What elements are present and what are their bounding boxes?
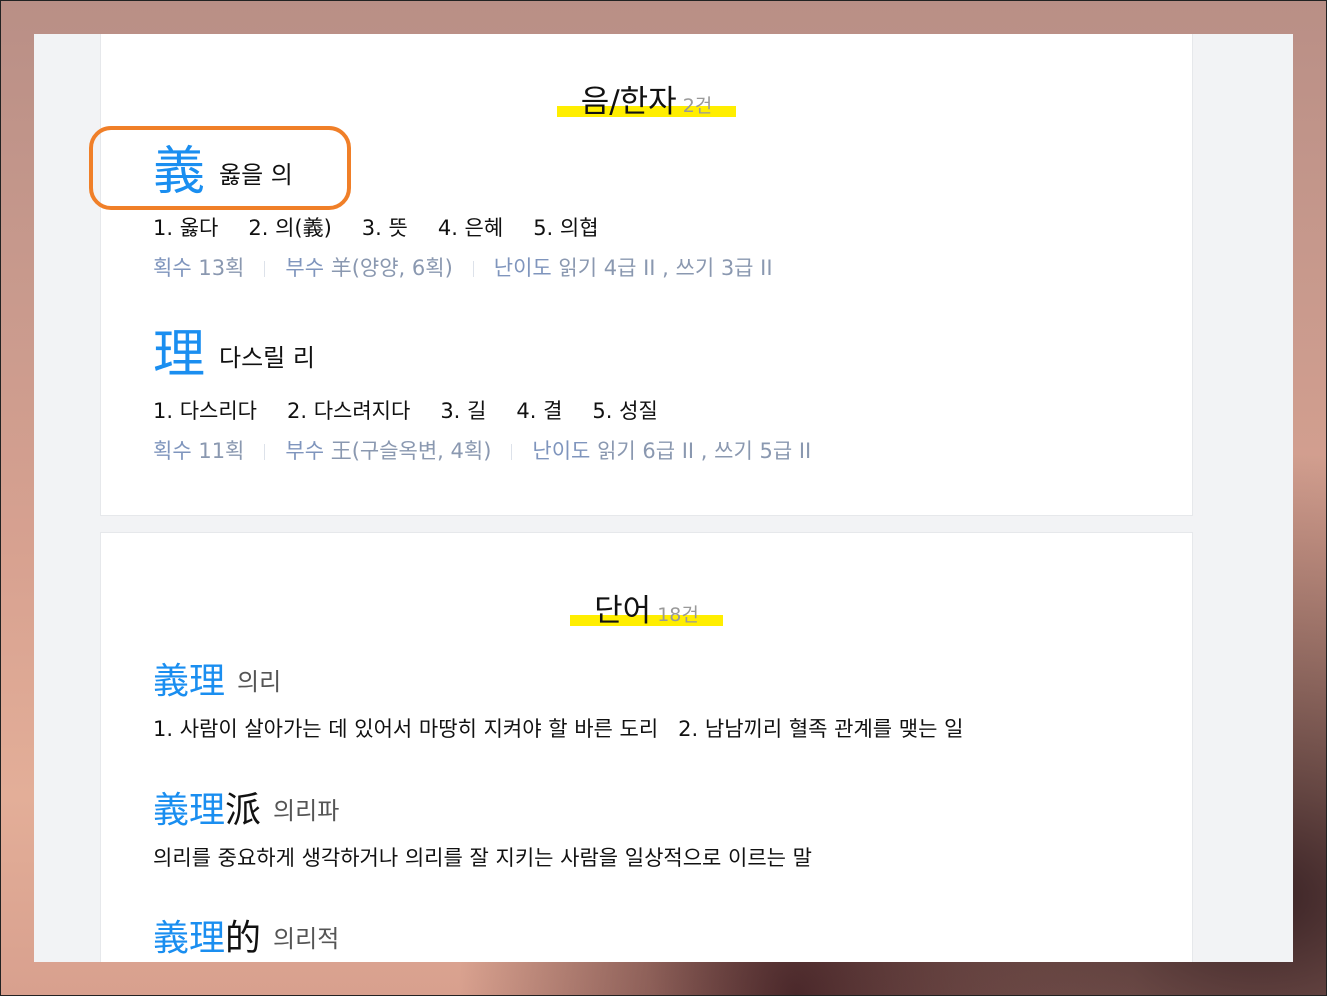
strokes-label: 획수	[153, 256, 192, 280]
strokes-value: 13획	[198, 256, 245, 280]
hanja-character-link[interactable]: 理	[153, 325, 205, 385]
meaning-item: 2. 의(義)	[248, 216, 332, 240]
meaning-item: 3. 길	[440, 399, 487, 423]
word-definition: 의리를 중요하게 생각하거나 의리를 잘 지키는 사람을 일상적으로 이르는 말	[153, 842, 832, 872]
words-section-title: 단어 18건	[101, 585, 1192, 630]
word-hanja-link[interactable]: 義理的	[153, 918, 261, 960]
word-match-text: 義理	[153, 661, 226, 702]
definition-item: 2. 남남끼리 혈족 관계를 맺는 일	[678, 717, 964, 741]
hanja-reading: 옳을 의	[219, 161, 293, 189]
definition-item: 의리를 중요하게 생각하거나 의리를 잘 지키는 사람을 일상적으로 이르는 말	[153, 846, 812, 870]
word-reading: 의리적	[273, 925, 340, 953]
word-match-text: 義理	[153, 790, 226, 831]
level-label: 난이도	[532, 439, 591, 463]
words-section-card: 단어 18건 義理 의리 1. 사람이 살아가는 데 있어서 마땅히 지켜야 할 …	[100, 532, 1193, 962]
word-hanja-link[interactable]: 義理派	[153, 790, 261, 832]
meaning-item: 4. 결	[516, 399, 563, 423]
meta-divider	[511, 444, 513, 460]
word-definition: 1. 사람이 살아가는 데 있어서 마땅히 지켜야 할 바른 도리 2. 남남끼리…	[153, 713, 983, 743]
meaning-item: 5. 의협	[533, 216, 599, 240]
section-count: 2건	[682, 95, 713, 117]
meaning-item: 4. 은혜	[437, 216, 504, 240]
hanja-reading: 다스릴 리	[219, 344, 315, 372]
strokes-label: 획수	[153, 439, 192, 463]
meta-divider	[264, 444, 266, 460]
hanja-section-card: 음/한자 2건 義 옳을 의 1. 옳다 2. 의(義) 3. 뜻 4. 은혜 5. 의협…	[100, 34, 1193, 516]
meaning-item: 3. 뜻	[361, 216, 408, 240]
hanja-meta: 획수 13획 부수 羊(양양, 6획) 난이도 읽기 4급 II , 쓰기 3급 I…	[153, 252, 773, 282]
word-rest-text: 派	[225, 790, 262, 831]
radical-label: 부수	[285, 256, 325, 280]
hanja-entry-header[interactable]: 義 옳을 의	[153, 142, 293, 202]
hanja-character-link[interactable]: 義	[153, 142, 205, 202]
level-value: 읽기 4급 II , 쓰기 3급 II	[558, 256, 773, 280]
meaning-item: 1. 옳다	[153, 216, 219, 240]
dictionary-panel: 음/한자 2건 義 옳을 의 1. 옳다 2. 의(義) 3. 뜻 4. 은혜 5. 의협…	[34, 34, 1293, 962]
meaning-item: 2. 다스려지다	[287, 399, 411, 423]
hanja-section-title: 음/한자 2건	[101, 76, 1192, 121]
word-hanja-link[interactable]: 義理	[153, 661, 225, 703]
radical-value: 王(구슬옥변, 4획)	[330, 439, 492, 463]
word-reading: 의리파	[273, 797, 340, 825]
meaning-item: 1. 다스리다	[153, 399, 257, 423]
word-rest-text: 的	[225, 918, 262, 959]
word-reading: 의리	[237, 668, 282, 696]
word-entry-header[interactable]: 義理 의리	[153, 661, 281, 703]
level-value: 읽기 6급 II , 쓰기 5급 II	[597, 439, 812, 463]
section-title-text: 음/한자	[580, 84, 677, 120]
meta-divider	[264, 261, 266, 277]
meaning-item: 5. 성질	[592, 399, 658, 423]
hanja-meta: 획수 11획 부수 王(구슬옥변, 4획) 난이도 읽기 6급 II , 쓰기 5급…	[153, 435, 811, 465]
section-count: 18건	[657, 604, 699, 626]
word-entry-header[interactable]: 義理派 의리파	[153, 790, 339, 832]
hanja-entry-header[interactable]: 理 다스릴 리	[153, 325, 315, 385]
radical-label: 부수	[285, 439, 325, 463]
definition-item: 1. 사람이 살아가는 데 있어서 마땅히 지켜야 할 바른 도리	[153, 717, 659, 741]
strokes-value: 11획	[198, 439, 245, 463]
level-label: 난이도	[493, 256, 552, 280]
section-title-text: 단어	[594, 593, 652, 629]
hanja-meanings: 1. 다스리다 2. 다스려지다 3. 길 4. 결 5. 성질	[153, 395, 688, 425]
word-entry-header[interactable]: 義理的 의리적	[153, 918, 339, 960]
hanja-meanings: 1. 옳다 2. 의(義) 3. 뜻 4. 은혜 5. 의협	[153, 212, 629, 242]
radical-value: 羊(양양, 6획)	[330, 256, 453, 280]
meta-divider	[472, 261, 474, 277]
word-match-text: 義理	[153, 918, 226, 959]
